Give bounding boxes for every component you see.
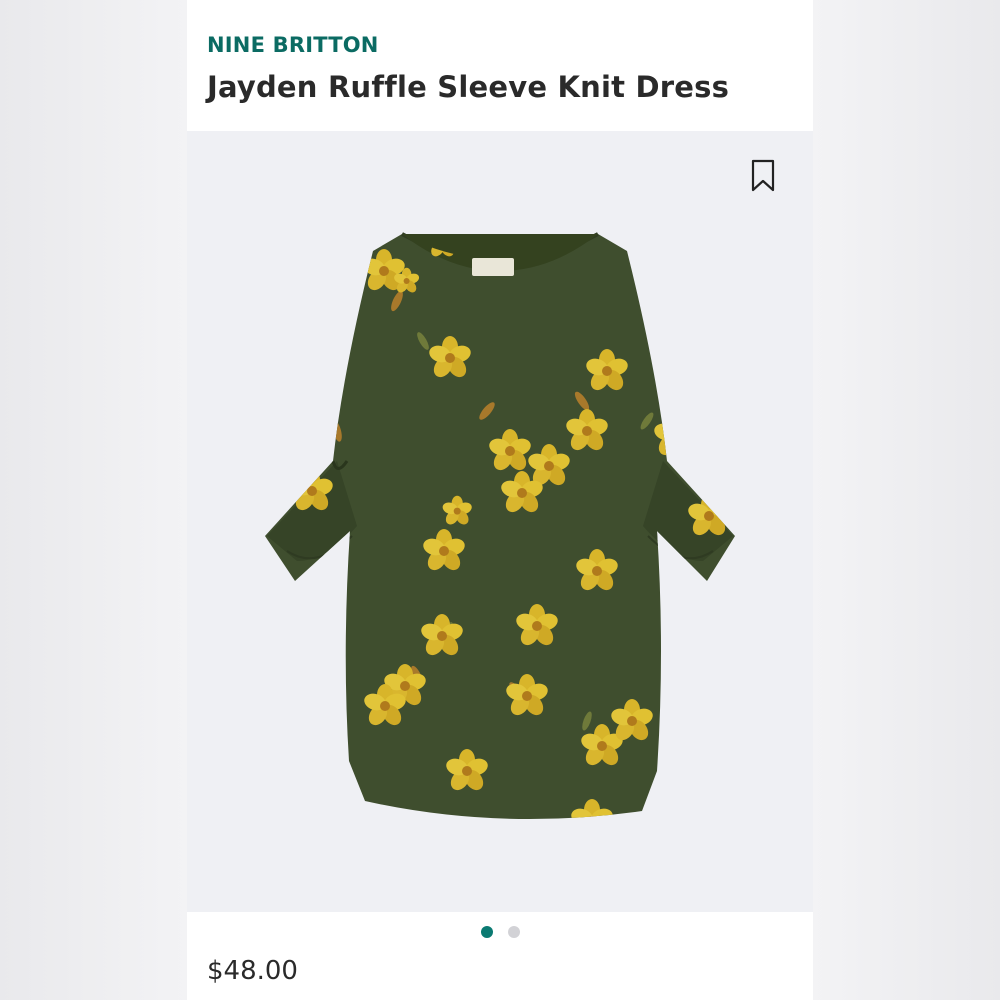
product-image bbox=[265, 232, 735, 819]
screen: NINE BRITTON Jayden Ruffle Sleeve Knit D… bbox=[0, 0, 1000, 1000]
product-card: NINE BRITTON Jayden Ruffle Sleeve Knit D… bbox=[187, 0, 813, 1000]
product-title: Jayden Ruffle Sleeve Knit Dress bbox=[207, 70, 730, 104]
carousel-indicators bbox=[187, 926, 813, 940]
brand-name[interactable]: NINE BRITTON bbox=[207, 33, 379, 57]
product-price: $48.00 bbox=[207, 956, 298, 986]
carousel-dot-2[interactable] bbox=[507, 926, 520, 938]
product-image-carousel[interactable] bbox=[187, 131, 813, 912]
dress-shape bbox=[265, 232, 735, 819]
carousel-dot-1[interactable] bbox=[480, 926, 493, 938]
